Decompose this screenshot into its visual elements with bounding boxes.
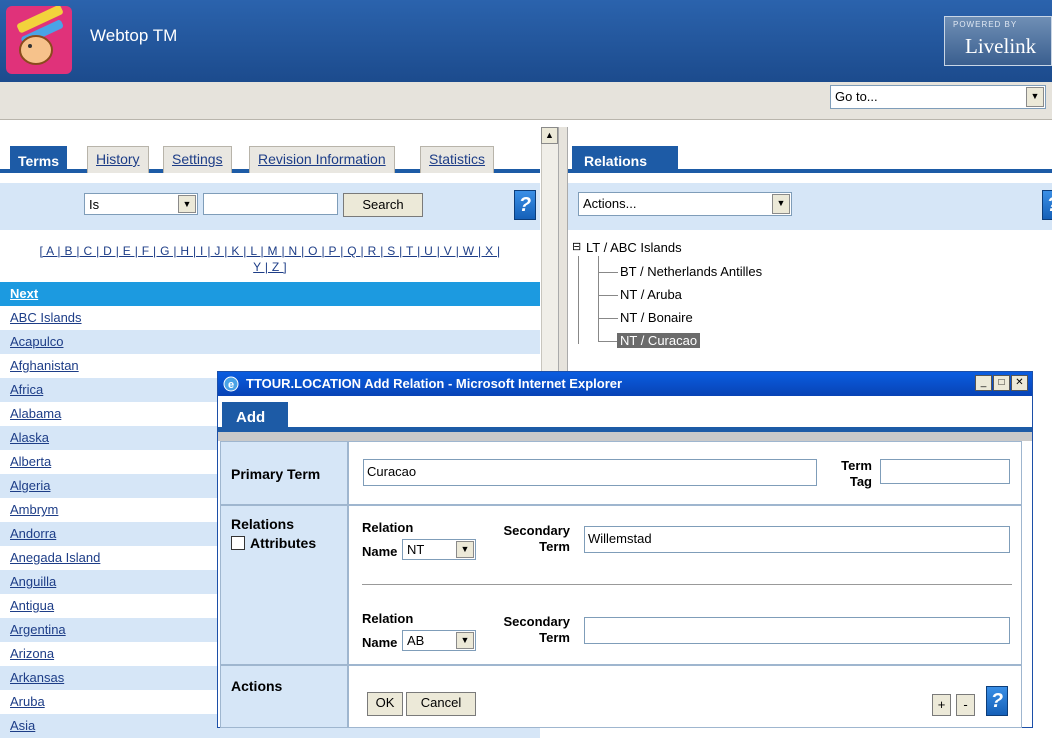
- tab-history[interactable]: History: [87, 146, 149, 173]
- relation-name-label-line-2: Name: [362, 544, 398, 559]
- help-icon[interactable]: ?: [514, 190, 536, 220]
- terms-tab-bar: Terms History Settings Revision Informat…: [0, 146, 540, 173]
- help-icon[interactable]: ?: [1042, 190, 1052, 220]
- tree-connector: [598, 272, 618, 273]
- tree-node-selected[interactable]: NT / Curacao: [617, 333, 701, 348]
- goto-select-value: Go to...: [835, 89, 878, 104]
- term-tag-label-line-1: Term: [841, 458, 872, 473]
- chevron-down-icon[interactable]: ▼: [772, 194, 790, 214]
- relation-name-select[interactable]: NT ▼: [402, 539, 476, 560]
- operator-select-value: Is: [89, 197, 100, 212]
- actions-select[interactable]: Actions... ▼: [578, 192, 792, 216]
- secondary-term-label-line-2: Term: [539, 630, 570, 645]
- actions-label: Actions: [220, 665, 348, 728]
- list-next-link[interactable]: Next: [0, 282, 540, 306]
- chevron-down-icon[interactable]: ▼: [456, 632, 474, 649]
- term-tag-label-line-2: Tag: [849, 474, 872, 489]
- goto-select[interactable]: Go to... ▼: [830, 85, 1046, 109]
- tab-terms[interactable]: Terms: [10, 146, 67, 173]
- tab-relations[interactable]: Relations: [572, 146, 678, 173]
- tree-node[interactable]: NT / Bonaire: [620, 310, 693, 325]
- powered-by-label: POWERED BY: [953, 20, 1018, 29]
- relation-row-divider: [362, 584, 1012, 585]
- alphabet-line-2[interactable]: Y | Z ]: [0, 259, 540, 275]
- internet-explorer-icon: e: [222, 375, 240, 393]
- tab-settings[interactable]: Settings: [163, 146, 232, 173]
- tree-connector: [598, 256, 599, 342]
- tree-connector: [578, 256, 579, 344]
- tree-node-root[interactable]: LT / ABC Islands: [586, 240, 682, 255]
- secondary-term-label-line-2: Term: [539, 539, 570, 554]
- tree-connector: [598, 295, 618, 296]
- dialog-tab-bar: [218, 396, 1032, 432]
- chevron-down-icon[interactable]: ▼: [1026, 87, 1044, 107]
- search-button[interactable]: Search: [343, 193, 423, 217]
- alphabet-line-1[interactable]: [ A | B | C | D | E | F | G | H | I | J …: [0, 243, 540, 259]
- list-item[interactable]: ABC Islands: [0, 306, 540, 330]
- alphabet-index[interactable]: [ A | B | C | D | E | F | G | H | I | J …: [0, 243, 540, 275]
- relations-label: Relations: [231, 516, 295, 532]
- attributes-option[interactable]: Attributes: [231, 535, 347, 551]
- primary-term-label: Primary Term: [220, 441, 348, 505]
- add-row-button[interactable]: +: [932, 694, 951, 716]
- relation-name-label-line-1: Relation: [362, 611, 414, 626]
- relation-name-label-line-2: Name: [362, 635, 398, 650]
- app-title: Webtop TM: [90, 26, 178, 45]
- secondary-term-input[interactable]: Willemstad: [584, 526, 1010, 553]
- remove-row-button[interactable]: -: [956, 694, 975, 716]
- actions-select-value: Actions...: [583, 196, 637, 211]
- secondary-term-label-line-1: Secondary: [503, 614, 570, 629]
- cancel-button[interactable]: Cancel: [406, 692, 476, 716]
- tab-revision-information[interactable]: Revision Information: [249, 146, 395, 173]
- list-item[interactable]: Acapulco: [0, 330, 540, 354]
- attributes-checkbox[interactable]: [231, 536, 245, 550]
- maximize-button[interactable]: □: [993, 375, 1010, 391]
- relation-name-value: NT: [407, 542, 425, 557]
- search-input[interactable]: [203, 193, 338, 215]
- ok-button[interactable]: OK: [367, 692, 403, 716]
- minimize-button[interactable]: _: [975, 375, 992, 391]
- tree-connector: [598, 318, 618, 319]
- attributes-label: Attributes: [250, 535, 317, 551]
- close-button[interactable]: ✕: [1011, 375, 1028, 391]
- livelink-brand-logo: POWERED BY Livelink: [944, 16, 1052, 66]
- primary-term-input[interactable]: Curacao: [363, 459, 817, 486]
- term-tag-input[interactable]: [880, 459, 1010, 484]
- relation-name-label-line-1: Relation: [362, 520, 414, 535]
- livelink-label: Livelink: [965, 34, 1037, 58]
- tree-connector: [598, 341, 618, 342]
- tab-statistics[interactable]: Statistics: [420, 146, 495, 173]
- chevron-down-icon[interactable]: ▼: [456, 541, 474, 558]
- dialog-divider: [218, 432, 1032, 441]
- relation-name-value: AB: [407, 633, 425, 648]
- tree-node[interactable]: NT / Aruba: [620, 287, 682, 302]
- dialog-title-bar[interactable]: TTOUR.LOCATION Add Relation - Microsoft …: [218, 372, 1032, 396]
- operator-select[interactable]: Is ▼: [84, 193, 198, 215]
- secondary-term-label-line-1: Secondary: [503, 523, 570, 538]
- svg-text:e: e: [228, 379, 234, 391]
- chevron-down-icon[interactable]: ▼: [178, 195, 196, 213]
- scroll-up-icon[interactable]: ▲: [541, 127, 558, 144]
- tab-add[interactable]: Add: [222, 402, 288, 431]
- tree-node[interactable]: BT / Netherlands Antilles: [620, 264, 762, 279]
- relations-label-cell: Relations Attributes: [220, 505, 348, 665]
- relation-name-select[interactable]: AB ▼: [402, 630, 476, 651]
- webtop-logo-icon: [6, 5, 72, 74]
- secondary-term-input[interactable]: [584, 617, 1010, 644]
- tree-collapse-icon[interactable]: ⊟: [572, 240, 581, 253]
- help-icon[interactable]: ?: [986, 686, 1008, 716]
